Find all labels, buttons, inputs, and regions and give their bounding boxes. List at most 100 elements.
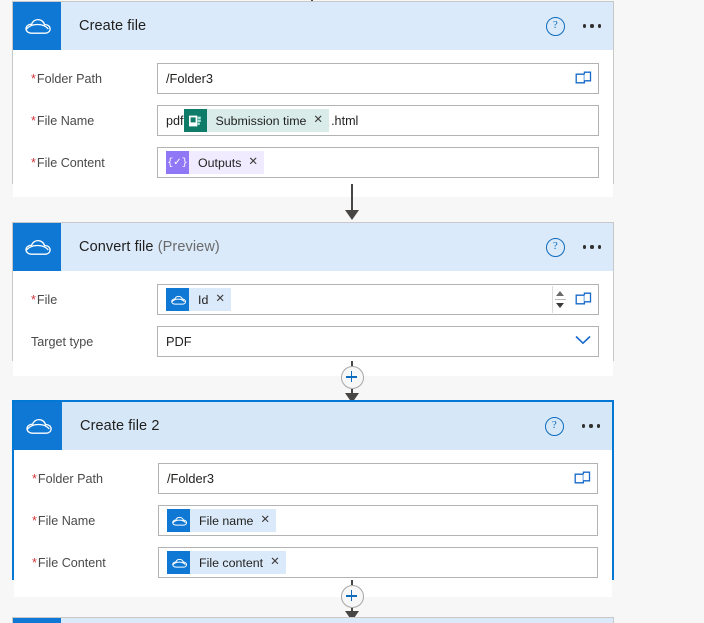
onedrive-icon	[13, 223, 61, 271]
field-label-folder-path: *Folder Path	[27, 72, 157, 86]
card-header-actions: ?	[544, 402, 602, 450]
stepper-down-icon[interactable]	[556, 303, 564, 308]
forms-icon	[183, 109, 207, 132]
dynamic-content-token-id[interactable]: Id ✕	[166, 288, 231, 311]
token-label: Submission time	[215, 113, 307, 128]
more-options-icon[interactable]	[581, 18, 603, 33]
remove-token-icon[interactable]: ✕	[248, 156, 258, 169]
card-title: Create file	[79, 18, 146, 34]
connector-line	[351, 608, 353, 612]
help-icon[interactable]: ?	[545, 237, 565, 257]
file-name-input[interactable]: pdf Submission time ✕ .html	[157, 105, 599, 136]
card-body: *File Id ✕ Target type PDF	[13, 271, 613, 376]
token-body: File content ✕	[190, 551, 286, 574]
more-options-icon[interactable]	[580, 418, 602, 433]
connector-line	[351, 389, 353, 394]
field-label-text: File Content	[36, 155, 105, 170]
field-label-text: Folder Path	[37, 471, 104, 486]
file-name-input[interactable]: File name ✕	[158, 505, 598, 536]
file-name-suffix-text: .html	[331, 113, 359, 128]
folder-icon[interactable]	[575, 70, 592, 88]
onedrive-icon	[166, 288, 189, 311]
remove-token-icon[interactable]: ✕	[215, 293, 225, 306]
input-trailing-controls	[575, 64, 592, 93]
folder-path-input[interactable]: /Folder3	[158, 463, 598, 494]
help-icon[interactable]: ?	[544, 416, 564, 436]
card-header[interactable]: Convert file (Preview) ?	[13, 223, 613, 271]
more-options-icon[interactable]	[581, 239, 603, 254]
onedrive-icon	[13, 2, 61, 50]
folder-path-input[interactable]: /Folder3	[157, 63, 599, 94]
token-body: File name ✕	[190, 509, 277, 532]
dynamic-content-token-file-name[interactable]: File name ✕	[167, 509, 277, 532]
card-header-actions: ?	[545, 223, 603, 271]
field-row-folder-path: *Folder Path /Folder3	[27, 62, 599, 95]
field-label-text: File Name	[36, 113, 95, 128]
token-label: File name	[199, 513, 254, 528]
field-label-file-content: *File Content	[27, 156, 157, 170]
required-marker: *	[31, 113, 36, 128]
field-label-text: Target type	[31, 334, 94, 349]
help-icon[interactable]: ?	[545, 16, 565, 36]
folder-icon[interactable]	[574, 470, 591, 488]
field-row-folder-path: *Folder Path /Folder3	[28, 462, 598, 495]
file-picker-stepper[interactable]	[552, 286, 567, 313]
target-type-select[interactable]: PDF	[157, 326, 599, 357]
required-marker: *	[31, 155, 36, 170]
required-marker: *	[32, 555, 37, 570]
card-body: *Folder Path /Folder3 *File Name	[14, 450, 612, 597]
onedrive-icon	[14, 402, 62, 450]
field-label-file-name: *File Name	[28, 514, 158, 528]
stepper-up-icon[interactable]	[556, 291, 564, 296]
card-header-actions: ?	[545, 2, 603, 50]
action-card-create-file-2[interactable]: Create file 2 ? *Folder Path /Folder3 *F…	[12, 400, 614, 597]
add-step-button[interactable]	[340, 366, 364, 389]
chevron-down-icon[interactable]	[574, 334, 592, 349]
file-content-input[interactable]: File content ✕	[158, 547, 598, 578]
file-input[interactable]: Id ✕	[157, 284, 599, 315]
token-label: Id	[198, 292, 209, 307]
card-title-text: Create file	[79, 18, 147, 34]
required-marker: *	[31, 292, 36, 307]
folder-path-value: /Folder3	[166, 71, 213, 86]
onedrive-icon	[167, 509, 190, 532]
file-content-input[interactable]: {✓} Outputs ✕	[157, 147, 599, 178]
card-header[interactable]: Create file 2 ?	[14, 402, 612, 450]
dynamic-content-token-file-content[interactable]: File content ✕	[167, 551, 286, 574]
field-label-target-type: Target type	[27, 335, 157, 349]
field-label-file-name: *File Name	[27, 114, 157, 128]
field-label-text: File Content	[37, 555, 106, 570]
field-row-file-name: *File Name pdf Submission time ✕ .html	[27, 104, 599, 137]
input-trailing-controls	[574, 464, 591, 493]
field-row-target-type: Target type PDF	[27, 325, 599, 358]
folder-icon[interactable]	[575, 291, 592, 309]
card-title: Create file 2	[80, 418, 159, 434]
dynamic-content-token-submission-time[interactable]: Submission time ✕	[183, 109, 330, 132]
card-title: Convert file (Preview)	[79, 239, 220, 255]
field-label-file-content: *File Content	[28, 556, 158, 570]
action-card-next-partial[interactable]	[12, 617, 614, 623]
action-card-convert-file[interactable]: Convert file (Preview) ? *File Id ✕ Targ…	[12, 222, 614, 376]
field-label-text: File Name	[37, 513, 96, 528]
remove-token-icon[interactable]: ✕	[260, 514, 270, 527]
remove-token-icon[interactable]: ✕	[270, 556, 280, 569]
dynamic-content-token-outputs[interactable]: {✓} Outputs ✕	[166, 151, 265, 174]
connector-arrow-icon	[345, 210, 359, 220]
card-title-text: Create file 2	[80, 418, 160, 434]
onedrive-icon	[13, 618, 61, 623]
remove-token-icon[interactable]: ✕	[313, 114, 323, 127]
add-step-button[interactable]	[340, 585, 364, 608]
compose-expression-icon: {✓}	[166, 151, 189, 174]
card-title-preview-tag: (Preview)	[157, 239, 220, 255]
card-header[interactable]: Create file ?	[13, 2, 613, 50]
card-title-text: Convert file	[79, 239, 154, 255]
token-label: File content	[199, 555, 264, 570]
onedrive-icon	[167, 551, 190, 574]
file-name-prefix-text: pdf	[166, 113, 184, 128]
folder-path-value: /Folder3	[167, 471, 214, 486]
field-row-file: *File Id ✕	[27, 283, 599, 316]
input-trailing-controls	[552, 285, 592, 314]
input-trailing-controls	[574, 327, 592, 356]
action-card-create-file[interactable]: Create file ? *Folder Path /Folder3 *Fil…	[12, 1, 614, 197]
required-marker: *	[32, 513, 37, 528]
